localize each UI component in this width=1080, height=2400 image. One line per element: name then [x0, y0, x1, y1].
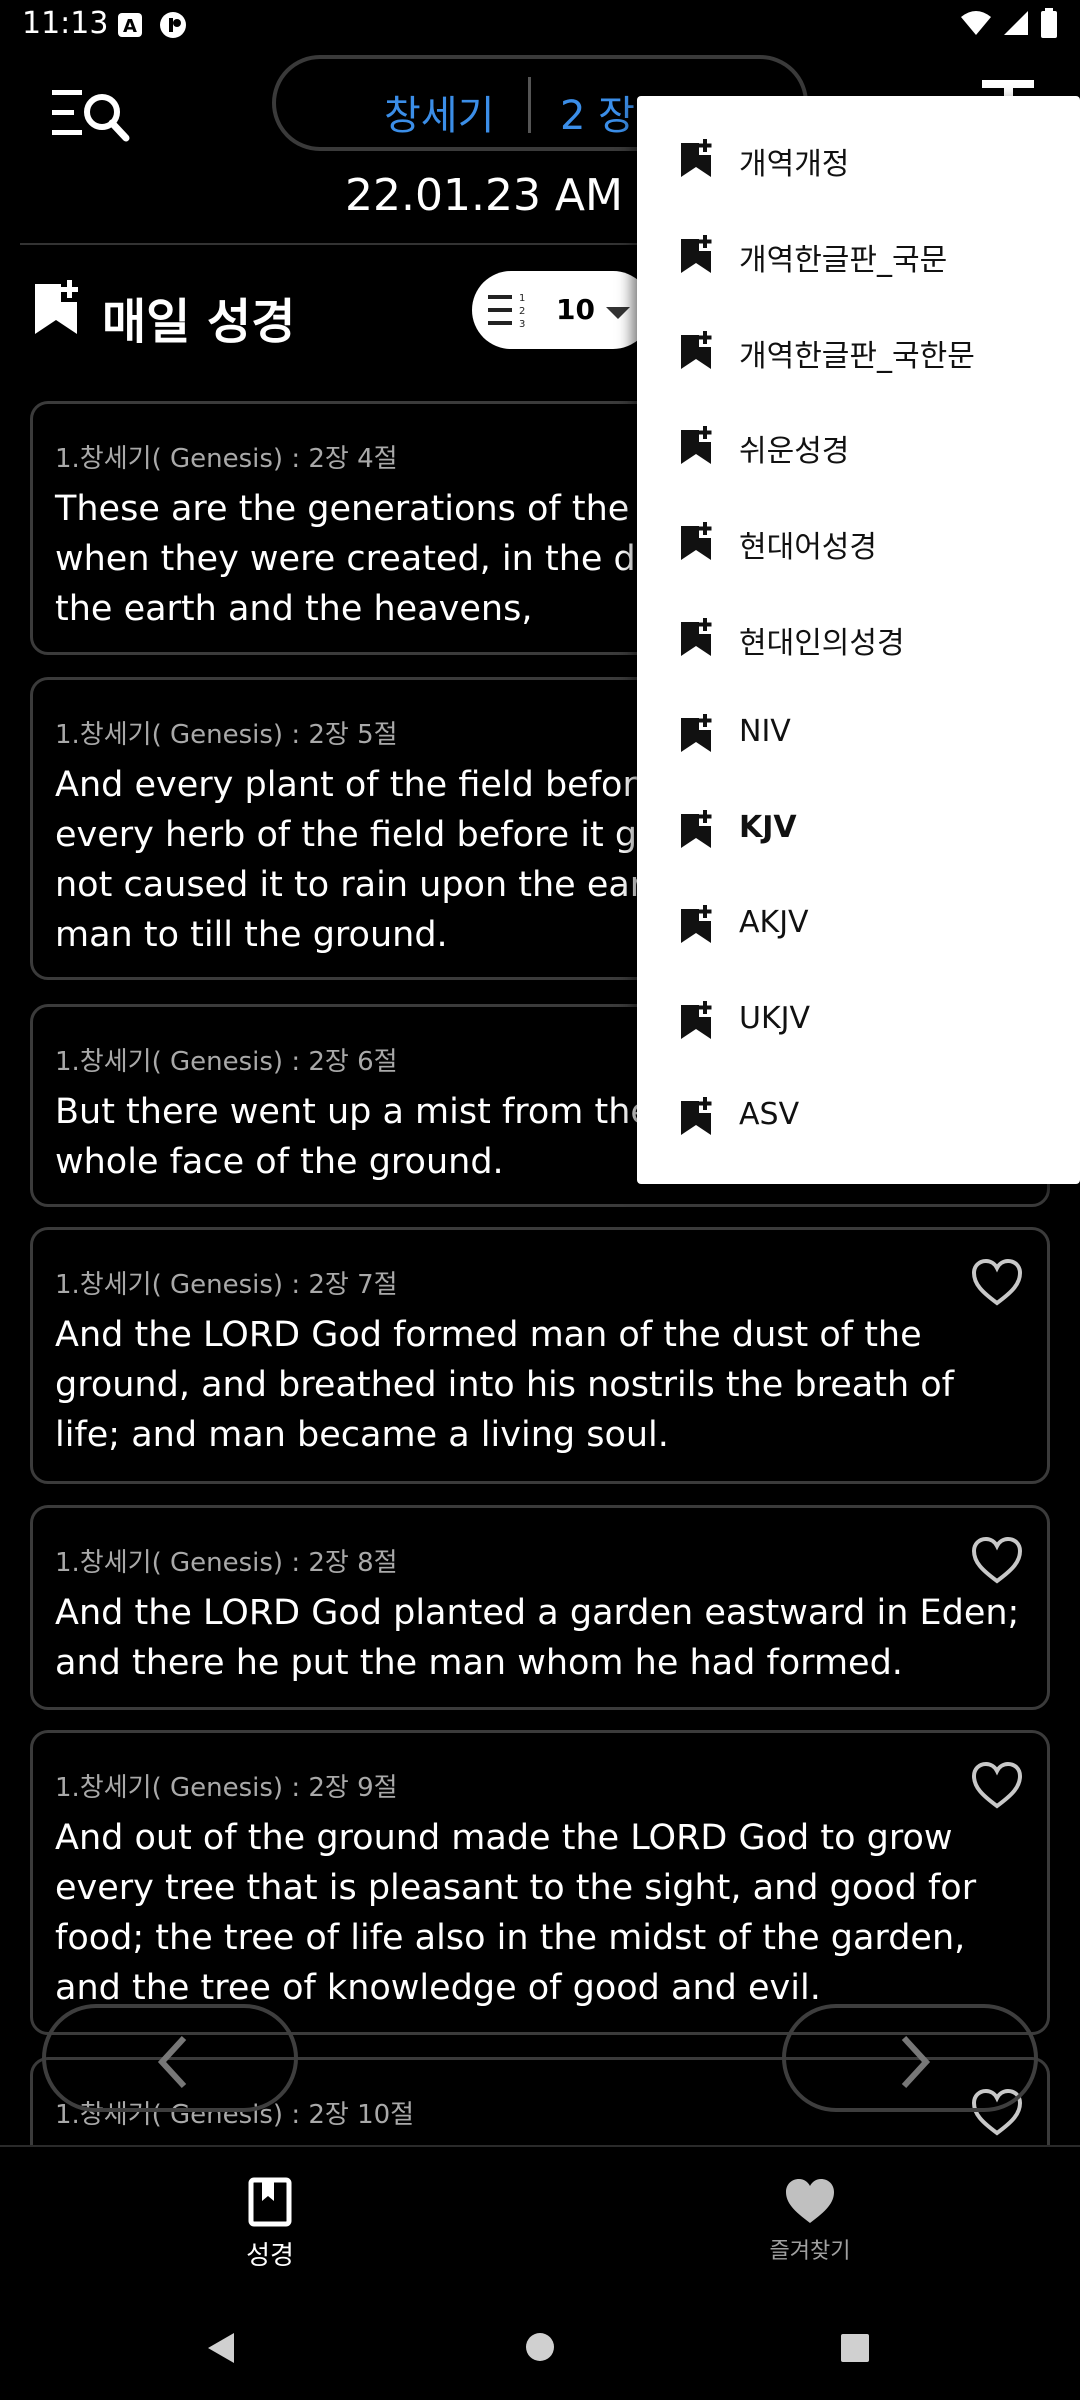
bible-version-item[interactable]: 쉬운성경 — [637, 398, 1080, 494]
bible-version-label: KJV — [739, 809, 797, 845]
bible-version-item[interactable]: NIV — [637, 686, 1080, 782]
verse-count-dropdown[interactable]: 1 2 3 10 — [472, 271, 652, 349]
bible-version-label: 개역한글판_국문 — [739, 242, 948, 278]
verse-reference: 1.창세기( Genesis) : 2장 7절 — [55, 1270, 398, 1300]
chapter-label[interactable]: 2 장 — [560, 83, 635, 141]
status-bar: 11:13 A — [0, 0, 1080, 50]
bottom-navigation: 성경 즐겨찾기 — [0, 2145, 1080, 2295]
bookmark-add-icon — [679, 1001, 713, 1041]
bible-version-item[interactable]: ASV — [637, 1069, 1080, 1165]
bookmark-add-icon — [679, 618, 713, 658]
verse-card[interactable]: 1.창세기( Genesis) : 2장 9절 And out of the gr… — [30, 1730, 1050, 2035]
bible-version-menu: 개역개정개역한글판_국문개역한글판_국한문쉬운성경현대어성경현대인의성경 NIV K… — [637, 96, 1080, 1184]
bible-version-item[interactable]: 개역한글판_국한문 — [637, 303, 1080, 399]
home-icon[interactable] — [524, 2331, 556, 2363]
verse-reference: 1.창세기( Genesis) : 2장 5절 — [55, 720, 398, 750]
bookmark-add-icon — [679, 809, 713, 850]
verse-text: And the LORD God formed man of the dust … — [55, 1315, 954, 1455]
previous-chapter-button[interactable] — [42, 2004, 298, 2112]
verse-card[interactable]: 1.창세기( Genesis) : 2장 7절 And the LORD God … — [30, 1227, 1050, 1484]
notification-a-icon: A — [118, 13, 142, 37]
bible-version-label: UKJV — [739, 1001, 811, 1037]
verse-reference: 1.창세기( Genesis) : 2장 6절 — [55, 1047, 398, 1077]
numbered-list-icon: 1 2 3 — [488, 293, 525, 329]
svg-text:3: 3 — [519, 319, 525, 329]
back-icon[interactable] — [206, 2331, 236, 2365]
bible-version-label: 쉬운성경 — [739, 434, 850, 470]
section-title: 매일 성경 — [102, 294, 296, 350]
chevron-left-icon — [157, 2035, 187, 2089]
favorite-heart-icon[interactable] — [971, 1536, 1023, 1584]
bookmark-add-icon — [679, 426, 713, 466]
bible-version-label: NIV — [739, 713, 791, 749]
bible-version-label: 개역한글판_국한문 — [739, 338, 975, 374]
book-icon — [248, 2177, 292, 2227]
chevron-down-icon — [606, 307, 630, 319]
bible-version-item[interactable]: 개역개정 — [637, 111, 1080, 207]
svg-text:1: 1 — [519, 293, 525, 304]
favorite-heart-icon[interactable] — [971, 1258, 1023, 1306]
bookmark-add-icon — [679, 139, 713, 179]
favorite-heart-icon[interactable] — [971, 1761, 1023, 1809]
verse-reference: 1.창세기( Genesis) : 2장 8절 — [55, 1548, 398, 1578]
recents-icon[interactable] — [840, 2333, 870, 2363]
pill-divider — [528, 77, 531, 133]
chevron-right-icon — [901, 2035, 931, 2089]
status-time: 11:13 — [22, 6, 109, 41]
nav-bible-tab[interactable]: 성경 — [170, 2177, 370, 2272]
svg-text:A: A — [123, 16, 137, 37]
bible-version-label: ASV — [739, 1097, 800, 1132]
book-label[interactable]: 창세기 — [384, 83, 494, 141]
verse-text: And the LORD God planted a garden eastwa… — [55, 1593, 1020, 1683]
heart-filled-icon — [786, 2179, 834, 2223]
bookmark-add-icon — [679, 1097, 713, 1137]
nav-favorites-label: 즐겨찾기 — [769, 2239, 851, 2264]
bible-version-item[interactable]: AKJV — [637, 877, 1080, 973]
bible-version-label: 현대어성경 — [739, 530, 877, 566]
verse-text: And out of the ground made the LORD God … — [55, 1818, 977, 2008]
bible-version-label: AKJV — [739, 905, 809, 941]
bookmark-add-icon — [679, 905, 713, 945]
svg-text:2: 2 — [519, 306, 525, 317]
next-chapter-button[interactable] — [782, 2004, 1038, 2112]
verse-count-value: 10 — [556, 293, 595, 326]
bookmark-add-icon — [679, 330, 713, 371]
notification-app-icon — [160, 12, 186, 38]
bible-version-item[interactable]: 개역한글판_국문 — [637, 207, 1080, 303]
bible-version-item[interactable]: UKJV — [637, 973, 1080, 1069]
nav-bible-label: 성경 — [246, 2241, 294, 2271]
verse-reference: 1.창세기( Genesis) : 2장 4절 — [55, 444, 398, 474]
signal-icon — [1004, 11, 1028, 35]
bookmark-add-icon — [679, 522, 713, 562]
bible-version-item[interactable]: KJV — [637, 782, 1080, 878]
bible-version-label: 개역개정 — [739, 147, 850, 182]
wifi-icon — [961, 11, 991, 35]
bookmark-add-icon — [679, 713, 713, 754]
nav-favorites-tab[interactable]: 즐겨찾기 — [710, 2177, 910, 2265]
bible-version-label: 현대인의성경 — [739, 626, 905, 661]
bible-version-item[interactable]: 현대어성경 — [637, 494, 1080, 590]
bible-version-item[interactable]: 현대인의성경 — [637, 590, 1080, 686]
current-datetime: 22.01.23 AM 1 — [345, 170, 665, 221]
menu-search-icon[interactable] — [50, 86, 130, 142]
verse-reference: 1.창세기( Genesis) : 2장 9절 — [55, 1773, 398, 1803]
verse-card[interactable]: 1.창세기( Genesis) : 2장 8절 And the LORD God … — [30, 1505, 1050, 1710]
system-navigation-bar — [0, 2295, 1080, 2400]
bookmark-add-icon — [679, 234, 713, 275]
bookmark-add-icon — [35, 280, 78, 334]
battery-icon — [1041, 8, 1057, 38]
